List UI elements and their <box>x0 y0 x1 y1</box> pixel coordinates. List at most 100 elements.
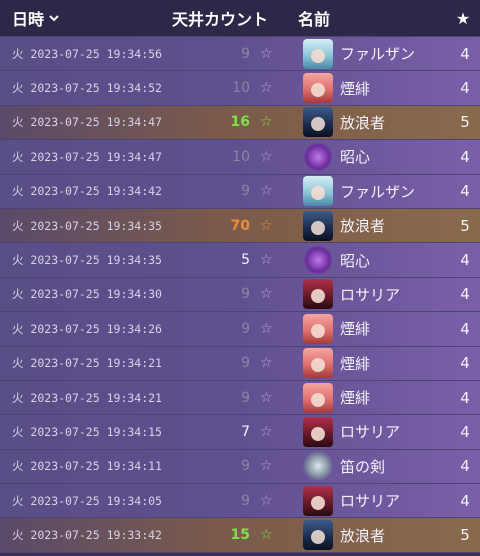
table-row[interactable]: 火 2023-07-25 19:34:11 9 ☆ 笛の剣 4 <box>0 449 480 485</box>
row-pity-count: 16 <box>230 114 250 131</box>
star-outline-icon: ☆ <box>260 45 273 62</box>
row-avatar-cell <box>296 279 340 310</box>
faruzan-avatar <box>303 38 333 69</box>
wish-history-table: 日時 天井カウント 名前 ★ 火 2023-07-25 19:34:56 9 ☆ ファ… <box>0 0 480 556</box>
yanfei-avatar <box>303 313 333 344</box>
row-pity-count: 9 <box>241 286 250 303</box>
row-rarity: 5 <box>460 216 470 235</box>
date-column-header[interactable]: 日時 <box>0 6 170 30</box>
zhaoxin-icon <box>303 141 333 172</box>
row-item-name: 煙緋 <box>340 320 371 339</box>
row-rarity: 4 <box>460 388 470 407</box>
row-pity-count: 9 <box>241 458 250 475</box>
row-datetime: 火 2023-07-25 19:34:21 <box>12 356 162 371</box>
table-row[interactable]: 火 2023-07-25 19:34:56 9 ☆ ファルザン 4 <box>0 37 480 72</box>
row-item-name: ロサリア <box>340 423 401 442</box>
row-avatar-cell <box>296 210 340 241</box>
star-outline-icon: ☆ <box>260 252 273 269</box>
row-datetime: 火 2023-07-25 19:34:26 <box>12 321 162 336</box>
table-row[interactable]: 火 2023-07-25 19:34:15 7 ☆ ロサリア 4 <box>0 415 480 450</box>
table-row[interactable]: 火 2023-07-25 19:34:42 9 ☆ ファルザン 4 <box>0 174 480 209</box>
row-pity-count: 10 <box>232 80 250 97</box>
star-outline-icon: ☆ <box>260 423 273 440</box>
row-avatar-cell <box>296 416 340 447</box>
rosaria-avatar <box>303 416 333 447</box>
wanderer-avatar <box>303 210 333 241</box>
table-row[interactable]: 火 2023-07-25 19:33:42 15 ☆ 放浪者 5 <box>0 518 480 553</box>
row-datetime: 火 2023-07-25 19:34:47 <box>12 149 162 164</box>
row-item-name: ロサリア <box>340 285 401 304</box>
row-datetime: 火 2023-07-25 19:34:15 <box>12 424 162 439</box>
row-avatar-cell <box>296 176 340 207</box>
wanderer-avatar <box>303 107 333 138</box>
row-pity-count: 9 <box>241 183 250 200</box>
star-outline-icon: ☆ <box>260 114 273 131</box>
wanderer-avatar <box>303 520 333 551</box>
flute-sword-icon <box>303 451 333 482</box>
table-row[interactable]: 火 2023-07-25 19:34:35 5 ☆ 昭心 4 <box>0 243 480 278</box>
date-header-label: 日時 <box>12 10 45 29</box>
star-outline-icon: ☆ <box>260 527 273 544</box>
table-body: 火 2023-07-25 19:34:56 9 ☆ ファルザン 4 火 2023-07-2… <box>0 37 480 553</box>
count-column-header[interactable]: 天井カウント <box>170 6 296 30</box>
row-datetime: 火 2023-07-25 19:33:42 <box>12 528 162 543</box>
row-pity-count: 70 <box>230 217 250 234</box>
row-datetime: 火 2023-07-25 19:34:35 <box>12 253 162 268</box>
row-pity-count: 9 <box>241 320 250 337</box>
row-avatar-cell <box>296 313 340 344</box>
row-rarity: 4 <box>460 422 470 441</box>
row-pity-count: 9 <box>241 45 250 62</box>
table-row[interactable]: 火 2023-07-25 19:34:26 9 ☆ 煙緋 4 <box>0 312 480 347</box>
star-outline-icon: ☆ <box>260 458 273 475</box>
name-column-header[interactable]: 名前 <box>296 6 446 30</box>
row-pity-count: 9 <box>241 492 250 509</box>
row-pity-count: 5 <box>241 252 250 269</box>
row-rarity: 4 <box>460 354 470 373</box>
row-rarity: 5 <box>460 113 470 132</box>
row-item-name: 煙緋 <box>340 79 371 98</box>
row-rarity: 4 <box>460 251 470 270</box>
table-row[interactable]: 火 2023-07-25 19:34:30 9 ☆ ロサリア 4 <box>0 277 480 313</box>
row-rarity: 4 <box>460 182 470 201</box>
row-item-name: ファルザン <box>340 45 416 64</box>
row-rarity: 5 <box>460 526 470 545</box>
star-outline-icon: ☆ <box>260 492 273 509</box>
table-header: 日時 天井カウント 名前 ★ <box>0 0 480 37</box>
row-item-name: ファルザン <box>340 182 416 201</box>
row-datetime: 火 2023-07-25 19:34:11 <box>12 459 162 474</box>
row-avatar-cell <box>296 107 340 138</box>
table-row[interactable]: 火 2023-07-25 19:34:35 70 ☆ 放浪者 5 <box>0 208 480 244</box>
row-datetime: 火 2023-07-25 19:34:05 <box>12 493 162 508</box>
star-outline-icon: ☆ <box>260 183 273 200</box>
row-pity-count: 7 <box>241 423 250 440</box>
star-outline-icon: ☆ <box>260 148 273 165</box>
row-datetime: 火 2023-07-25 19:34:56 <box>12 46 162 61</box>
row-pity-count: 10 <box>232 148 250 165</box>
chevron-down-icon[interactable] <box>48 13 60 23</box>
yanfei-avatar <box>303 382 333 413</box>
row-rarity: 4 <box>460 285 470 304</box>
yanfei-avatar <box>303 348 333 379</box>
row-datetime: 火 2023-07-25 19:34:21 <box>12 390 162 405</box>
row-rarity: 4 <box>460 44 470 63</box>
row-item-name: 放浪者 <box>340 113 386 132</box>
row-rarity: 4 <box>460 491 470 510</box>
row-pity-count: 9 <box>241 355 250 372</box>
rarity-star-icon[interactable]: ★ <box>446 9 480 28</box>
row-datetime: 火 2023-07-25 19:34:30 <box>12 287 162 302</box>
row-item-name: 放浪者 <box>340 217 386 236</box>
row-pity-count: 9 <box>241 389 250 406</box>
row-item-name: 昭心 <box>340 148 371 167</box>
star-outline-icon: ☆ <box>260 320 273 337</box>
table-row[interactable]: 火 2023-07-25 19:34:21 9 ☆ 煙緋 4 <box>0 380 480 416</box>
table-row[interactable]: 火 2023-07-25 19:34:21 9 ☆ 煙緋 4 <box>0 346 480 381</box>
table-row[interactable]: 火 2023-07-25 19:34:05 9 ☆ ロサリア 4 <box>0 484 480 519</box>
star-outline-icon: ☆ <box>260 217 273 234</box>
row-datetime: 火 2023-07-25 19:34:52 <box>12 81 162 96</box>
table-row[interactable]: 火 2023-07-25 19:34:52 10 ☆ 煙緋 4 <box>0 71 480 106</box>
row-avatar-cell <box>296 451 340 482</box>
table-row[interactable]: 火 2023-07-25 19:34:47 10 ☆ 昭心 4 <box>0 140 480 175</box>
table-row[interactable]: 火 2023-07-25 19:34:47 16 ☆ 放浪者 5 <box>0 105 480 141</box>
row-item-name: 放浪者 <box>340 526 386 545</box>
row-datetime: 火 2023-07-25 19:34:42 <box>12 184 162 199</box>
